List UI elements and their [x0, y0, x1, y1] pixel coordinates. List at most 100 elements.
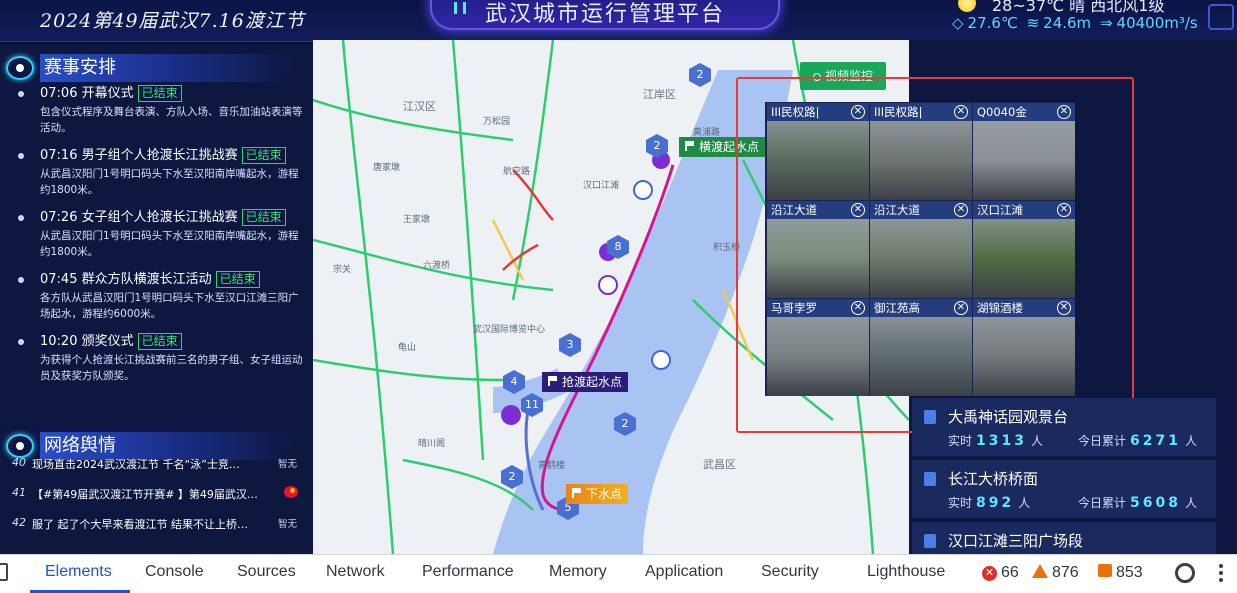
- news-number: 42: [12, 516, 26, 529]
- schedule-time: 07:45: [40, 272, 78, 287]
- platform-title: 武汉城市运行管理平台: [484, 2, 725, 27]
- header: 2024第49届武汉7.16渡江节 武汉城市运行管理平台 28~37℃ 晴 西北…: [0, 0, 1237, 42]
- devtools-tab-performance[interactable]: Performance: [422, 563, 514, 581]
- schedule-item-head: 07:06 开幕仪式 已结束: [40, 84, 304, 104]
- sun-icon: [958, 0, 976, 12]
- map-label: 江岸区: [643, 88, 676, 101]
- flag-icon: [548, 376, 558, 386]
- map-label: 江汉区: [403, 100, 436, 113]
- news-title: 服了 起了个大早来看渡江节 结果不让上桥…: [32, 518, 248, 531]
- devtools-tab-application[interactable]: Application: [645, 563, 723, 581]
- news-item[interactable]: 40 现场直击2024武汉渡江节 千名“泳”士竞… 智无: [0, 452, 313, 476]
- news-item[interactable]: 42 服了 起了个大早来看渡江节 结果不让上桥… 智无: [0, 512, 313, 536]
- bullet-icon: [18, 91, 24, 97]
- schedule-desc: 从武昌汉阳门1号明口码头下水至汉阳南岸嘴起水，游程约1800米。: [40, 230, 299, 258]
- bullet-icon: [18, 153, 24, 159]
- warning-counter[interactable]: 876: [1032, 564, 1079, 582]
- devtools-tab-memory[interactable]: Memory: [549, 563, 607, 581]
- issues-icon: [1098, 564, 1112, 577]
- weather-metrics: ◇ 27.6℃ ≋ 24.6m ⇒ 40400m³/s: [952, 14, 1202, 32]
- status-badge: 已结束: [241, 147, 286, 164]
- devtools-tab-console[interactable]: Console: [145, 563, 204, 581]
- devtools-tab-security[interactable]: Security: [761, 563, 819, 581]
- schedule-title: 赛事安排: [40, 54, 300, 82]
- status-badge: 已结束: [137, 85, 182, 102]
- schedule-title: 女子组个人抢渡长江挑战赛: [81, 210, 238, 225]
- realtime-count: 实时 892 人: [948, 495, 1031, 511]
- schedule-time: 07:26: [40, 210, 78, 225]
- schedule-desc: 从武昌汉阳门1号明口码头下水至汉阳南岸嘴起水，游程约1800米。: [40, 168, 299, 196]
- map-label: 王家墩: [403, 215, 431, 225]
- event-title: 2024第49届武汉7.16渡江节: [40, 10, 305, 32]
- schedule-time: 07:06: [40, 86, 78, 101]
- schedule-title: 开幕仪式: [81, 86, 134, 101]
- inspect-element-icon[interactable]: [0, 563, 8, 581]
- map-label: 武昌区: [703, 458, 736, 471]
- map-label: 宗关: [333, 265, 352, 275]
- poi-pin-icon[interactable]: [633, 180, 653, 200]
- devtools-tab-network[interactable]: Network: [326, 563, 385, 581]
- total-count: 今日累计 6271 人: [1078, 433, 1197, 449]
- total-count: 今日累计 5608 人: [1078, 495, 1197, 511]
- news-item[interactable]: 41 【#第49届武汉渡江节开赛# 】第49届武汉…: [0, 482, 313, 506]
- spot-name: 长江大桥桥面: [948, 470, 1039, 488]
- settings-gear-icon[interactable]: [1175, 563, 1195, 583]
- highlight-frame: [736, 77, 1134, 433]
- flow-icon: ⇒: [1099, 14, 1113, 32]
- devtools-tab-sources[interactable]: Sources: [237, 563, 296, 581]
- crowd-spot-card[interactable]: 大禹神话园观景台 实时 1313 人 今日累计 6271 人: [912, 398, 1216, 456]
- crowd-spot-card[interactable]: 长江大桥桥面 实时 892 人 今日累计 5608 人: [912, 460, 1216, 518]
- flag-icon: [572, 488, 582, 498]
- poi-pin-icon[interactable]: [651, 350, 671, 370]
- schedule-item-head: 07:26 女子组个人抢渡长江挑战赛 已结束: [40, 208, 304, 228]
- schedule-item-head: 10:20 颁奖仪式 已结束: [40, 332, 304, 352]
- schedule-item: 07:45 群众方队横渡长江活动 已结束 各方队从武昌汉阳门1号明口码头下水至汉口江…: [14, 270, 304, 322]
- news-title: 【#第49届武汉渡江节开赛# 】第49届武汉…: [32, 488, 258, 501]
- temperature-value: 27.6℃: [967, 14, 1018, 32]
- status-badge: 已结束: [137, 333, 182, 350]
- fullscreen-icon[interactable]: [1208, 4, 1234, 30]
- map-label: 唐家墩: [373, 163, 401, 173]
- schedule-time: 07:16: [40, 148, 78, 163]
- left-panel: 赛事安排 07:06 开幕仪式 已结束 包含仪式程序及舞台表演、方队入场、音乐加油站…: [0, 44, 313, 554]
- schedule-title: 颁奖仪式: [81, 334, 134, 349]
- more-options-icon[interactable]: [1219, 564, 1223, 582]
- poi-pin-icon[interactable]: [501, 405, 521, 425]
- schedule-title: 群众方队横渡长江活动: [81, 272, 212, 287]
- schedule-item: 10:20 颁奖仪式 已结束 为获得个人抢渡长江挑战赛前三名的男子组、女子组运动员及…: [14, 332, 304, 384]
- warning-icon: [1032, 564, 1048, 578]
- devtools-tab-elements[interactable]: Elements: [45, 563, 112, 581]
- race-start-marker[interactable]: 抢渡起水点: [542, 372, 629, 392]
- weibo-icon: [284, 486, 298, 498]
- schedule-list: 07:06 开幕仪式 已结束 包含仪式程序及舞台表演、方队入场、音乐加油站表演等活动…: [14, 84, 304, 394]
- map-label: 黄鹤楼: [538, 461, 566, 471]
- entry-marker[interactable]: 下水点: [566, 484, 629, 504]
- news-source: 智无: [278, 519, 298, 530]
- schedule-desc: 为获得个人抢渡长江挑战赛前三名的男子组、女子组运动员及获奖方队颁奖。: [40, 354, 303, 382]
- poi-pin-icon[interactable]: [598, 275, 618, 295]
- platform-banner: 武汉城市运行管理平台: [430, 0, 780, 30]
- error-icon: ✕: [982, 566, 997, 581]
- spot-name: 汉口江滩三阳广场段: [948, 532, 1084, 550]
- issues-counter[interactable]: 853: [1098, 564, 1143, 582]
- error-counter[interactable]: ✕ 66: [982, 564, 1019, 582]
- flag-icon: [685, 141, 695, 151]
- location-icon: [924, 472, 936, 486]
- map-label: 六渡桥: [423, 261, 451, 271]
- schedule-time: 10:20: [40, 334, 78, 349]
- flow-value: 40400m³/s: [1116, 14, 1198, 32]
- realtime-count: 实时 1313 人: [948, 433, 1043, 449]
- bullet-icon: [18, 215, 24, 221]
- schedule-item: 07:16 男子组个人抢渡长江挑战赛 已结束从武昌汉阳门1号明口码头下水至汉阳南岸…: [14, 146, 304, 198]
- thermometer-icon: ◇: [952, 14, 964, 32]
- bullet-icon: [18, 277, 24, 283]
- schedule-title: 男子组个人抢渡长江挑战赛: [81, 148, 238, 163]
- devtools-tab-lighthouse[interactable]: Lighthouse: [867, 563, 945, 581]
- section-marker-icon: [6, 56, 34, 80]
- location-icon: [924, 534, 936, 548]
- crowd-spot-card[interactable]: 汉口江滩三阳广场段: [912, 522, 1216, 554]
- water-level-value: 24.6m: [1043, 14, 1092, 32]
- bullet-icon: [18, 339, 24, 345]
- schedule-desc: 各方队从武昌汉阳门1号明口码头下水至汉口江滩三阳广场起水，游程约6000米。: [40, 292, 299, 320]
- status-badge: 已结束: [241, 209, 286, 226]
